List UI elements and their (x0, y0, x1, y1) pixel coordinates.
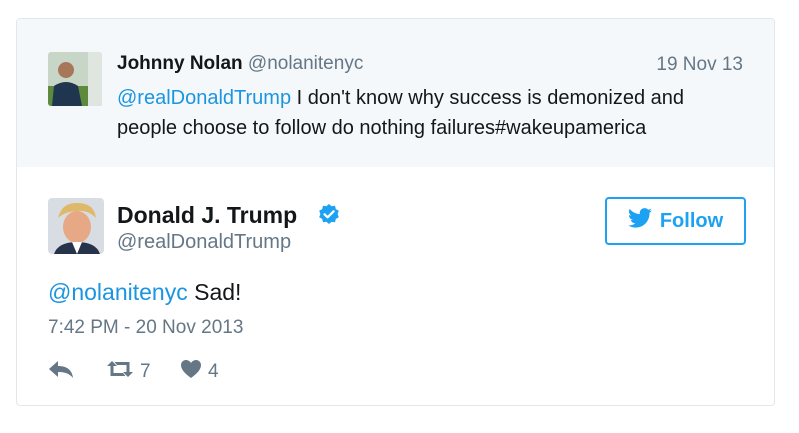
tweet-card: Johnny Nolan @nolanitenyc 19 Nov 13 @rea… (16, 18, 775, 406)
mention-link[interactable]: @nolanitenyc (48, 279, 188, 305)
follow-button[interactable]: Follow (605, 197, 746, 245)
author-handle[interactable]: @realDonaldTrump (117, 231, 291, 254)
parent-tweet-text: @realDonaldTrump I don't know why succes… (117, 83, 747, 143)
twitter-bird-icon (627, 208, 652, 234)
tweet-body: Sad! (187, 279, 242, 305)
author-name[interactable]: Donald J. Trump (117, 202, 297, 229)
reply-button[interactable] (48, 359, 74, 385)
author-handle[interactable]: @nolanitenyc (248, 53, 363, 74)
mention-link[interactable]: @realDonaldTrump (117, 87, 291, 109)
parent-tweet[interactable]: Johnny Nolan @nolanitenyc 19 Nov 13 @rea… (17, 19, 774, 167)
like-button[interactable]: 4 (180, 359, 219, 385)
verified-icon (317, 203, 341, 227)
retweet-count: 7 (140, 361, 151, 382)
author-name[interactable]: Johnny Nolan (117, 53, 243, 74)
tweet-date[interactable]: 19 Nov 13 (656, 54, 743, 76)
retweet-button[interactable]: 7 (106, 359, 151, 385)
reply-icon (48, 359, 74, 385)
tweet-text: @nolanitenyc Sad! (48, 279, 241, 306)
heart-icon (180, 359, 202, 385)
tweet-timestamp[interactable]: 7:42 PM - 20 Nov 2013 (48, 317, 243, 339)
parent-header: Johnny Nolan @nolanitenyc (117, 52, 363, 76)
like-count: 4 (208, 361, 219, 382)
avatar[interactable] (48, 198, 104, 254)
retweet-icon (106, 359, 134, 385)
avatar[interactable] (48, 52, 102, 106)
follow-label: Follow (659, 209, 724, 232)
